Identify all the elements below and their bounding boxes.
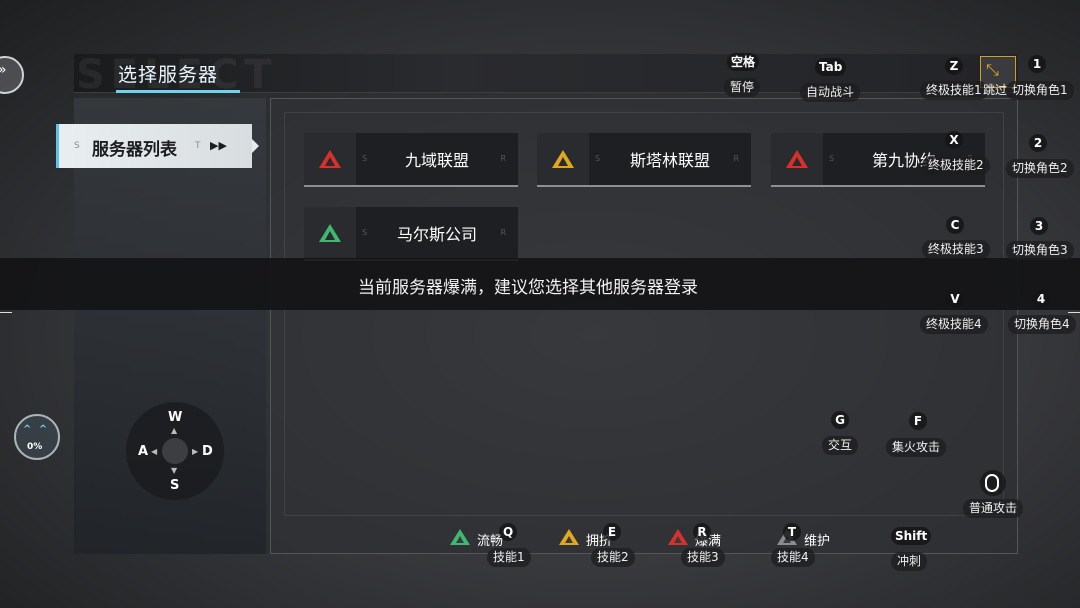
hint-ultimate-3[interactable]: 终极技能3 xyxy=(922,240,990,259)
key-space: 空格 xyxy=(727,53,760,71)
key-g: G xyxy=(831,411,849,429)
hint-interact[interactable]: 交互 xyxy=(822,436,859,455)
hint-skill-2[interactable]: 技能2 xyxy=(591,548,635,567)
joystick-down-label: S xyxy=(170,478,180,493)
card-corner-r: R xyxy=(500,228,506,237)
key-2: 2 xyxy=(1029,134,1047,152)
title-underline xyxy=(116,90,240,93)
hint-skill-1[interactable]: 技能1 xyxy=(487,548,531,567)
key-r: R xyxy=(693,523,711,541)
hint-ultimate-2[interactable]: 终极技能2 xyxy=(922,156,990,175)
face-icon: ^ ^ xyxy=(23,424,50,435)
server-name: 马尔斯公司 xyxy=(396,225,477,244)
fast-forward-icon: ▶▶ xyxy=(210,139,227,152)
tab-corner-t: T xyxy=(195,141,201,151)
server-status-icon xyxy=(304,207,356,259)
hint-dash[interactable]: 冲刺 xyxy=(891,552,928,571)
joystick-right-label: D xyxy=(202,444,213,459)
key-tab: Tab xyxy=(815,58,847,76)
key-1: 1 xyxy=(1028,55,1046,73)
legend-full-icon xyxy=(668,529,688,545)
status-triangle-icon xyxy=(319,224,341,242)
card-corner-r: R xyxy=(733,154,739,163)
tab-server-list-label: 服务器列表 xyxy=(92,140,177,160)
hint-ultimate-4[interactable]: 终极技能4 xyxy=(920,315,988,334)
key-shift: Shift xyxy=(891,527,932,545)
mood-indicator[interactable] xyxy=(14,414,60,460)
card-corner-r: R xyxy=(500,154,506,163)
hint-switch-2[interactable]: 切换角色2 xyxy=(1006,159,1074,178)
chevron-right-icon: » xyxy=(0,62,7,78)
key-z: Z xyxy=(945,57,963,75)
arrow-left-icon: ◀ xyxy=(151,447,158,456)
mouse-icon xyxy=(985,474,999,492)
hint-focus-attack[interactable]: 集火攻击 xyxy=(886,438,947,457)
status-triangle-icon xyxy=(786,150,808,168)
arrow-up-icon: ▲ xyxy=(171,426,178,435)
hint-skip[interactable]: 跳过 xyxy=(981,81,1009,100)
hint-skill-4[interactable]: 技能4 xyxy=(771,548,815,567)
status-triangle-icon xyxy=(319,150,341,168)
server-card[interactable]: S 九域联盟 R xyxy=(304,133,518,187)
toast-divider-left xyxy=(0,312,12,313)
legend-maintenance-label: 维护 xyxy=(804,534,831,549)
joystick-left-label: A xyxy=(138,444,149,459)
server-status-icon xyxy=(771,133,823,185)
hint-skill-3[interactable]: 技能3 xyxy=(681,548,725,567)
key-4: 4 xyxy=(1032,290,1050,308)
joystick-knob xyxy=(162,438,188,464)
mood-percent: 0% xyxy=(27,442,43,452)
hint-normal-attack[interactable]: 普通攻击 xyxy=(963,499,1024,518)
toast-divider-right xyxy=(1068,312,1080,313)
key-v: V xyxy=(946,290,964,308)
server-name: 九域联盟 xyxy=(404,151,469,170)
server-status-icon xyxy=(537,133,589,185)
key-3: 3 xyxy=(1030,217,1048,235)
hint-switch-1[interactable]: 切换角色1 xyxy=(1006,81,1074,100)
hint-auto-battle[interactable]: 自动战斗 xyxy=(800,83,861,102)
page-title: 选择服务器 xyxy=(118,64,219,86)
legend-crowded-icon xyxy=(559,529,579,545)
server-name: 斯塔林联盟 xyxy=(629,151,710,170)
key-e: E xyxy=(603,523,621,541)
key-c: C xyxy=(946,216,964,234)
tab-corner-s: S xyxy=(74,141,80,151)
server-status-icon xyxy=(304,133,356,185)
joystick-up-label: W xyxy=(168,410,183,425)
skip-icon: ⤡ xyxy=(986,60,999,79)
server-card[interactable]: S 斯塔林联盟 R xyxy=(537,133,751,187)
key-x: X xyxy=(945,131,963,149)
hint-switch-4[interactable]: 切换角色4 xyxy=(1008,315,1076,334)
key-t: T xyxy=(783,523,801,541)
tab-pointer-icon xyxy=(252,139,259,153)
arrow-down-icon: ▼ xyxy=(171,466,178,475)
arrow-right-icon: ▶ xyxy=(192,447,199,456)
hint-ultimate-1[interactable]: 终极技能1 xyxy=(920,81,988,100)
toast-message: 当前服务器爆满，建议您选择其他服务器登录 xyxy=(358,278,698,298)
hint-pause[interactable]: 暂停 xyxy=(724,78,761,97)
key-f: F xyxy=(909,412,927,430)
status-triangle-icon xyxy=(552,150,574,168)
hint-switch-3[interactable]: 切换角色3 xyxy=(1006,241,1074,260)
server-card[interactable]: S 马尔斯公司 R xyxy=(304,207,518,261)
legend-smooth-icon xyxy=(450,529,470,545)
